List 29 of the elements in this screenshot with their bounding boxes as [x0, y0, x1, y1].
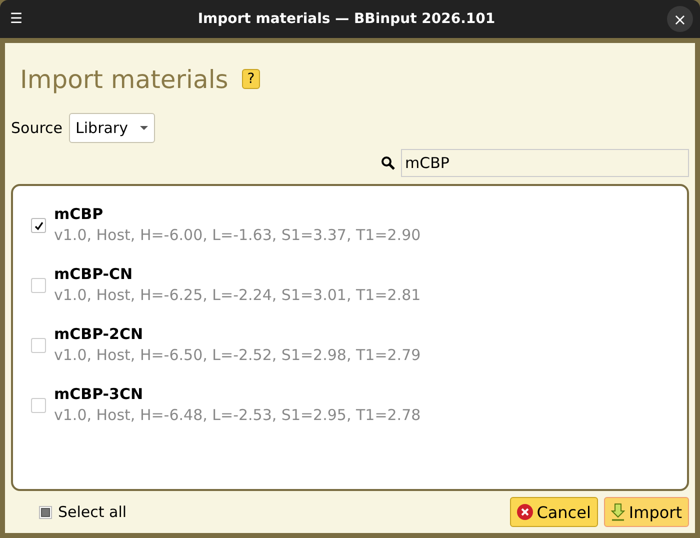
search-icon: [381, 156, 395, 170]
checkmark-icon: [34, 220, 44, 230]
window-title: Import materials — BBinput 2026.101: [198, 11, 496, 27]
help-button[interactable]: ?: [242, 69, 260, 89]
menu-icon[interactable]: ☰: [10, 11, 26, 27]
checkbox[interactable]: [31, 398, 46, 413]
caret-icon: [140, 126, 148, 130]
cancel-icon: [516, 504, 533, 520]
import-button[interactable]: Import: [604, 497, 689, 527]
material-name: mCBP-2CN: [54, 324, 144, 344]
cancel-button[interactable]: Cancel: [510, 497, 598, 527]
source-dropdown[interactable]: Library: [68, 113, 155, 143]
close-icon[interactable]: ×: [667, 6, 693, 32]
checkbox[interactable]: [31, 218, 46, 233]
material-details: v1.0, Host, H=-6.25, L=-2.24, S1=3.01, T1=2.81: [54, 285, 421, 306]
material-name: mCBP: [54, 204, 104, 224]
select-all-label[interactable]: Select all: [58, 503, 127, 521]
dialog-heading: Import materials: [20, 64, 228, 94]
material-name: mCBP-CN: [54, 264, 134, 284]
source-label: Source: [11, 119, 63, 137]
material-details: v1.0, Host, H=-6.50, L=-2.52, S1=2.98, T1=2.79: [54, 345, 421, 366]
arrow-down-icon: [610, 503, 625, 521]
material-details: v1.0, Host, H=-6.00, L=-1.63, S1=3.37, T1=2.90: [54, 225, 421, 246]
material-details: v1.0, Host, H=-6.48, L=-2.53, S1=2.95, T1=2.78: [54, 405, 421, 426]
checkbox[interactable]: [31, 338, 46, 353]
material-name: mCBP-3CN: [54, 384, 144, 404]
search-field[interactable]: mCBP: [401, 149, 689, 177]
checkbox[interactable]: [31, 278, 46, 293]
select-all-checkbox[interactable]: [39, 506, 52, 518]
